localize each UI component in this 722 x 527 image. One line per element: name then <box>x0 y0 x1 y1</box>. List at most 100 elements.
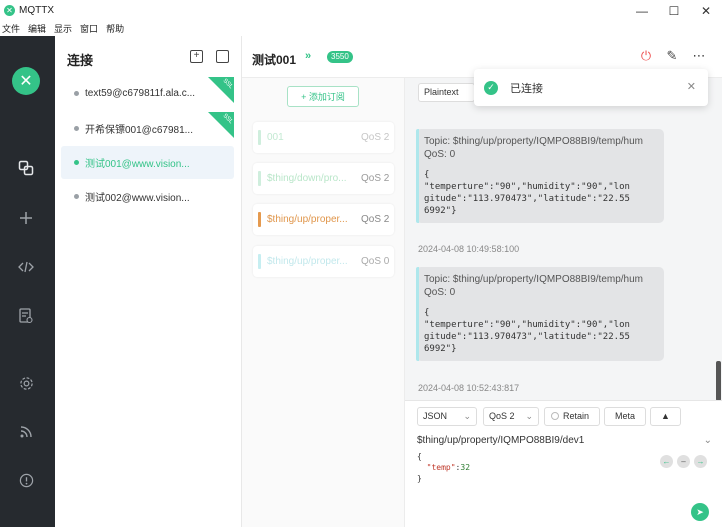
payload-format-label: JSON <box>423 411 448 421</box>
message-qos: QoS: 0 <box>424 149 456 160</box>
script-icon[interactable] <box>17 258 35 276</box>
subscription-item-selected[interactable]: $thing/up/proper... QoS 2 <box>253 204 394 235</box>
connections-icon[interactable] <box>17 159 35 177</box>
add-subscription-button[interactable]: + 添加订阅 <box>287 86 359 107</box>
subscription-topic: $thing/up/proper... <box>267 256 348 267</box>
menu-view[interactable]: 显示 <box>54 22 72 35</box>
connection-item[interactable]: 测试002@www.vision... <box>61 180 234 213</box>
connection-label: text59@c679811f.ala.c... <box>85 88 196 99</box>
message-card: Topic: $thing/up/property/IQMPO88BI9/tem… <box>416 267 664 361</box>
more-options-icon[interactable]: ⋯ <box>691 48 707 64</box>
message-qos: QoS: 0 <box>424 287 456 298</box>
status-dot <box>74 126 79 131</box>
status-dot <box>74 194 79 199</box>
meta-button[interactable]: Meta <box>604 407 646 426</box>
message-time: 2024-04-08 10:49:58:100 <box>418 244 520 254</box>
subscription-qos: QoS 2 <box>361 173 390 184</box>
toggle-panel-icon[interactable] <box>216 50 229 63</box>
message-topic: Topic: $thing/up/property/IQMPO88BI9/tem… <box>424 136 643 147</box>
app-logo-icon: ✕ <box>4 5 15 16</box>
subscribe-feed-icon[interactable] <box>17 423 35 441</box>
chevron-down-icon: ⌄ <box>525 411 533 421</box>
edit-pencil-icon[interactable]: ✎ <box>664 48 680 64</box>
message-time: 2024-04-08 10:52:43:817 <box>418 383 520 393</box>
subscription-color-bar <box>258 130 261 145</box>
message-topic: Topic: $thing/up/property/IQMPO88BI9/tem… <box>424 274 643 285</box>
connection-label: 测试001@www.vision... <box>85 159 190 170</box>
toast-text: 已连接 <box>510 82 543 95</box>
message-payload: { "temperture":"90","humidity":"90","lon… <box>424 170 630 216</box>
history-next-icon[interactable]: → <box>694 455 707 468</box>
connection-label: 开希保镖001@c67981... <box>85 125 193 136</box>
subscriptions-panel: + 添加订阅 001 QoS 2 $thing/down/pro... QoS … <box>242 78 405 527</box>
messages-panel: Plaintext Topic: $thing/up/property/IQMP… <box>405 78 722 400</box>
caret-up-icon[interactable]: ▲ <box>650 407 681 426</box>
log-icon[interactable] <box>17 307 35 325</box>
history-clear-icon[interactable]: – <box>677 455 690 468</box>
menu-edit[interactable]: 编辑 <box>28 22 46 35</box>
subscription-item[interactable]: $thing/up/proper... QoS 0 <box>253 246 394 277</box>
subscription-color-bar <box>258 254 261 269</box>
message-format-select[interactable]: Plaintext <box>418 83 475 102</box>
connections-panel: 连接 + text59@c679811f.ala.c... SSL 开希保镖00… <box>55 36 242 527</box>
double-chevron-down-icon[interactable]: » <box>305 50 311 62</box>
menu-file[interactable]: 文件 <box>2 22 20 35</box>
connection-label: 测试002@www.vision... <box>85 193 190 204</box>
disconnect-power-icon[interactable]: ⏻ <box>638 48 654 64</box>
message-payload: { "temperture":"90","humidity":"90","lon… <box>424 308 630 354</box>
new-connection-icon[interactable] <box>17 209 35 227</box>
chevron-down-icon: ⌄ <box>463 411 471 421</box>
qos-select[interactable]: QoS 2 ⌄ <box>483 407 539 426</box>
nav-rail: ✕ <box>0 36 55 527</box>
app-title: MQTTX <box>19 5 54 16</box>
close-icon[interactable]: ✕ <box>687 80 696 93</box>
menu-bar: 文件 编辑 显示 窗口 帮助 <box>0 21 722 36</box>
subscription-qos: QoS 2 <box>361 132 390 143</box>
status-dot <box>74 91 79 96</box>
connected-toast: ✓ 已连接 ✕ <box>474 69 708 106</box>
send-message-button[interactable]: ➤ <box>691 503 709 521</box>
publish-payload-editor[interactable]: { "temp":32 } <box>417 451 470 484</box>
subscription-color-bar <box>258 171 261 186</box>
publish-topic-input[interactable]: $thing/up/property/IQMPO88BI9/dev1 <box>417 435 584 446</box>
connection-item[interactable]: 开希保镖001@c67981... SSL <box>61 112 234 145</box>
close-window-button[interactable]: ✕ <box>690 0 722 21</box>
connection-item[interactable]: text59@c679811f.ala.c... SSL <box>61 77 234 110</box>
maximize-button[interactable]: ☐ <box>658 0 690 21</box>
status-dot-connected <box>74 160 79 165</box>
subscription-topic: $thing/up/proper... <box>267 214 348 225</box>
subscription-qos: QoS 0 <box>361 256 390 267</box>
success-check-icon: ✓ <box>484 80 498 95</box>
connection-title: 测试001 <box>252 53 297 67</box>
subscription-qos: QoS 2 <box>361 214 390 225</box>
mqttx-logo-icon: ✕ <box>12 67 40 95</box>
subscription-item[interactable]: 001 QoS 2 <box>253 122 394 153</box>
connections-heading: 连接 <box>67 53 94 68</box>
message-count-badge: 3550 <box>327 51 353 63</box>
history-prev-icon[interactable]: ← <box>660 455 673 468</box>
topic-dropdown-chevron-icon[interactable]: ⌄ <box>704 435 712 446</box>
payload-key: "temp" <box>426 463 456 472</box>
new-folder-icon[interactable]: + <box>190 50 203 63</box>
subscription-topic: 001 <box>267 132 284 143</box>
menu-help[interactable]: 帮助 <box>106 22 124 35</box>
connection-item-selected[interactable]: 测试001@www.vision... <box>61 146 234 179</box>
subscription-color-bar <box>258 212 261 227</box>
settings-gear-icon[interactable] <box>17 374 35 392</box>
payload-format-select[interactable]: JSON ⌄ <box>417 407 477 426</box>
about-info-icon[interactable] <box>17 471 35 489</box>
minimize-button[interactable]: — <box>626 0 658 21</box>
subscription-topic: $thing/down/pro... <box>267 173 347 184</box>
retain-toggle[interactable]: Retain <box>544 407 600 426</box>
payload-value: 32 <box>460 463 471 472</box>
message-card: Topic: $thing/up/property/IQMPO88BI9/tem… <box>416 129 664 223</box>
menu-window[interactable]: 窗口 <box>80 22 98 35</box>
retain-label: Retain <box>563 411 590 421</box>
subscription-item[interactable]: $thing/down/pro... QoS 2 <box>253 163 394 194</box>
qos-label: QoS 2 <box>489 411 515 421</box>
title-bar: ✕ MQTTX — ☐ ✕ <box>0 0 722 21</box>
publish-panel: JSON ⌄ QoS 2 ⌄ Retain Meta ▲ $thing/up/pro… <box>405 400 722 527</box>
window-controls: — ☐ ✕ <box>626 0 722 21</box>
retain-radio-icon <box>551 412 559 420</box>
messages-scrollbar[interactable] <box>716 361 721 400</box>
